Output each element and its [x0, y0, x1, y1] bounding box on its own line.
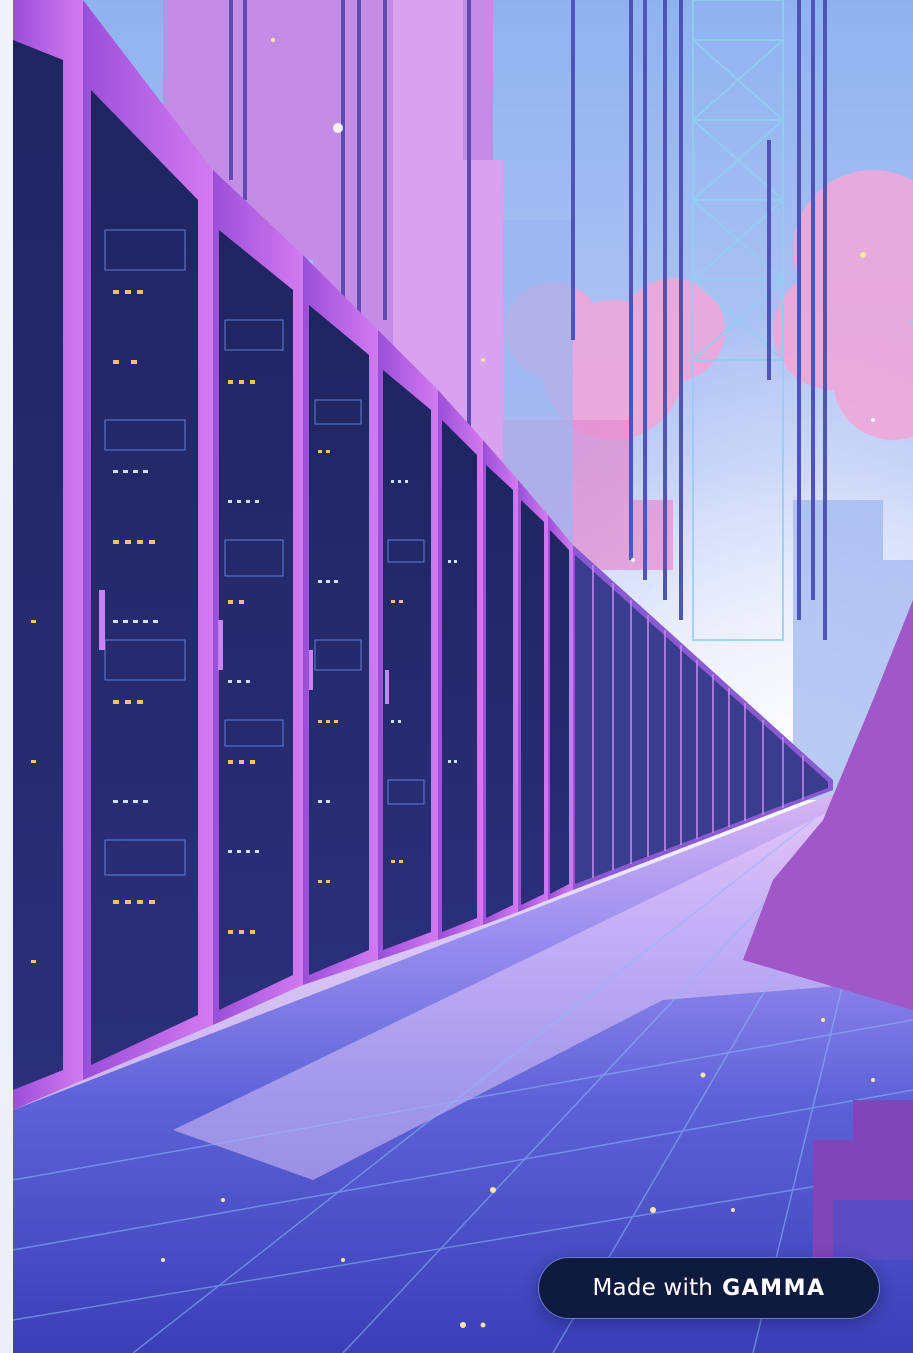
server-room-illustration-icon — [13, 0, 913, 1353]
badge-prefix-text: Made with — [592, 1275, 714, 1301]
gamma-brand-logo: GAMMA — [722, 1275, 826, 1301]
server-room-illustration — [13, 0, 913, 1353]
left-margin-strip — [0, 0, 13, 1353]
page: Made with GAMMA — [0, 0, 913, 1353]
made-with-gamma-badge[interactable]: Made with GAMMA — [538, 1257, 880, 1319]
